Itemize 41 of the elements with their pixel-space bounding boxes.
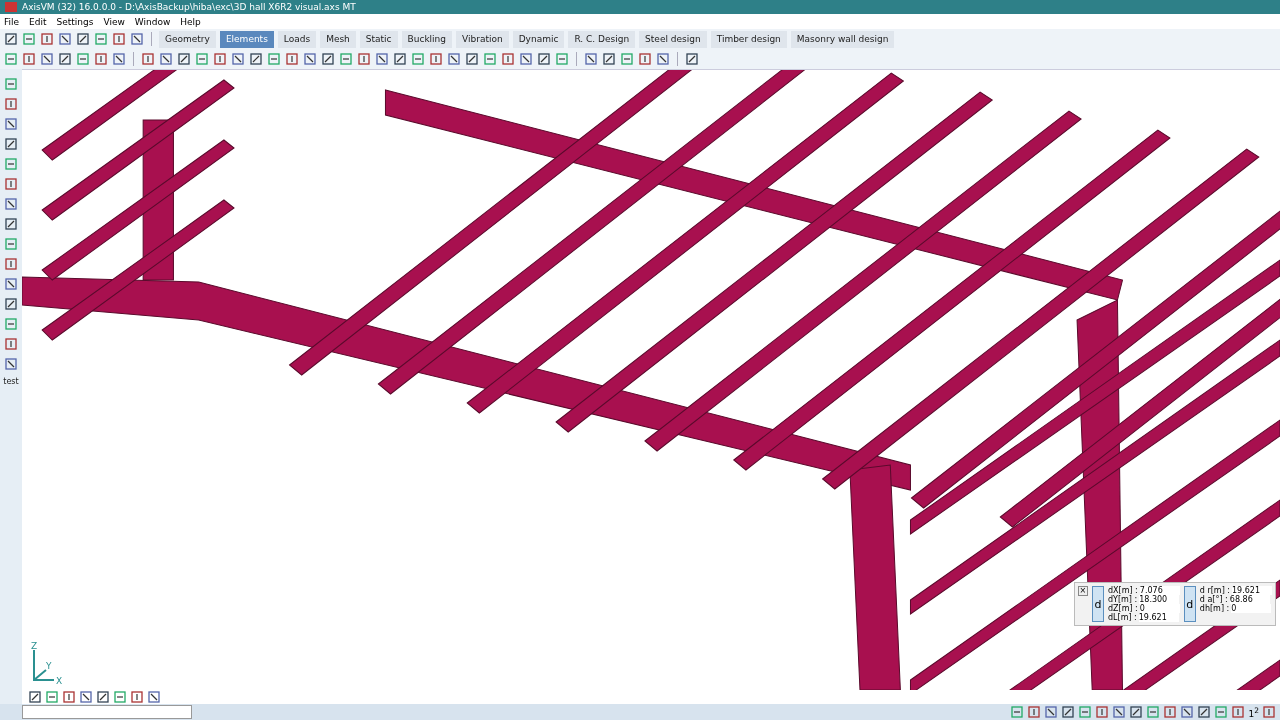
coordinate-label: dY[m] : [1107,595,1138,604]
menu-item[interactable]: View [103,16,125,27]
ribbon-tab[interactable]: Loads [277,30,317,48]
ribbon-tab[interactable]: Masonry wall design [790,30,895,48]
ribbon-tab[interactable]: Timber design [710,30,787,48]
ribbon-tab[interactable]: Mesh [320,30,356,48]
ribbon-tab[interactable]: Vibration [456,30,509,48]
coordinate-label: dh[m] : [1199,604,1230,613]
ribbon-tab[interactable]: R. C. Design [568,30,636,48]
relative-badge[interactable]: d [1183,586,1196,622]
menu-item[interactable]: Window [134,16,171,27]
ribbon-tab[interactable]: Elements [219,30,274,48]
ribbon-tab[interactable]: Dynamic [512,30,565,48]
status-label: 1$^{2}$ [1248,705,1259,719]
coordinate-value: 0 [1139,604,1180,613]
ribbon-tab[interactable]: Buckling [401,30,453,48]
axis-triad-drawing: Z Y X [26,642,70,686]
coordinate-value: 68.86 [1229,595,1270,604]
menu-item[interactable]: Settings [56,16,94,27]
window-title: AxisVM (32) 16.0.0.0 - D:\AxisBackup\hiba\exc\3D hall X6R2 visual.axs MT [22,2,356,12]
menu-item[interactable]: File [4,16,20,27]
relative-badge[interactable]: d [1091,586,1104,622]
coordinate-label: dL[m] : [1107,613,1137,622]
coordinate-label: d a[°] : [1199,595,1228,604]
menu-item[interactable]: Help [180,16,201,27]
coordinate-value: 19.621 [1232,586,1272,595]
coordinate-value: 19.621 [1138,613,1179,622]
close-button[interactable]: × [1077,586,1088,596]
menu-item[interactable]: Edit [29,16,47,27]
ribbon-tab[interactable]: Steel design [639,30,707,48]
coordinate-value: 0 [1231,604,1272,613]
search-field[interactable] [22,705,192,719]
coordinate-label: d r[m] : [1199,586,1230,595]
ribbon-tab[interactable]: Geometry [159,30,216,48]
coordinate-label: dX[m] : [1107,586,1138,595]
app-logo-icon [4,0,18,14]
coordinate-value: 18.300 [1139,595,1180,604]
coordinate-label: dZ[m] : [1107,604,1138,613]
toolbar-label: test [3,377,19,386]
coordinate-value: 7.076 [1139,586,1180,595]
ribbon-tab[interactable]: Static [359,30,398,48]
